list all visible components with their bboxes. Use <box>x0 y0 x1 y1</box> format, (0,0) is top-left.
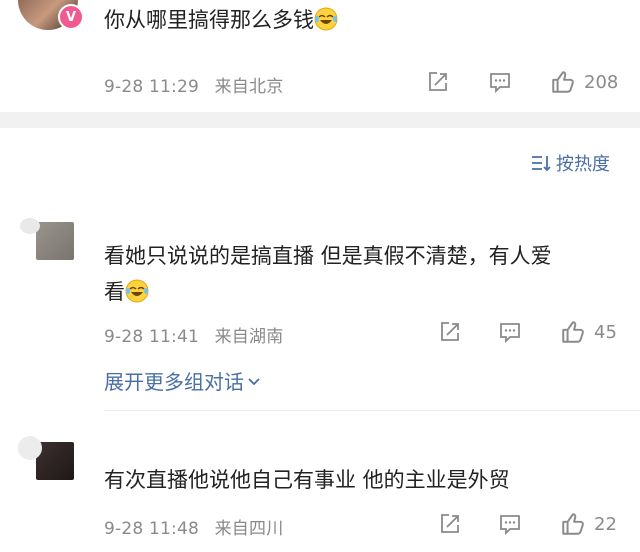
comment-text: 看她只说说的是搞直播 但是真假不清楚，有人爱 看 <box>104 244 552 304</box>
like-button[interactable]: 45 <box>560 319 617 345</box>
comment-icon <box>500 323 520 344</box>
share-button[interactable] <box>438 512 462 536</box>
share-icon <box>429 72 447 91</box>
comment-meta: 9-28 11:48 来自四川 <box>104 514 293 539</box>
chevron-down-icon <box>248 377 260 385</box>
comment-text: 你从哪里搞得那么多钱 <box>104 2 338 38</box>
comment-2: 看她只说说的是搞直播 但是真假不清楚，有人爱 看 9-28 11:41 来自湖南… <box>0 200 640 410</box>
comment-date: 9-28 11:48 <box>104 519 199 539</box>
comment-3: 有次直播他说他自己有事业 他的主业是外贸 9-28 11:48 来自四川 22 <box>0 412 640 552</box>
badge-label: V <box>65 9 77 25</box>
thumbs-up-icon <box>552 71 574 93</box>
comment-text: 有次直播他说他自己有事业 他的主业是外贸 <box>104 468 510 492</box>
sort-lines-icon <box>532 156 551 172</box>
comment-button[interactable] <box>498 320 522 344</box>
comment-location: 来自北京 <box>214 77 284 97</box>
expand-label: 展开更多组对话 <box>104 370 244 394</box>
comment-date: 9-28 11:41 <box>104 327 199 347</box>
avatar-shadow <box>20 218 40 234</box>
like-button[interactable]: 208 <box>550 69 618 95</box>
share-button[interactable] <box>438 320 462 344</box>
comment-date: 9-28 11:29 <box>104 77 199 97</box>
section-divider <box>0 112 640 128</box>
comment-icon <box>500 515 520 536</box>
comment-button[interactable] <box>498 512 522 536</box>
expand-replies-link[interactable]: 展开更多组对话 <box>104 366 262 395</box>
avatar[interactable] <box>36 222 74 260</box>
comment-meta: 9-28 11:41 来自湖南 <box>104 322 293 347</box>
sort-label: 按热度 <box>556 154 610 175</box>
share-icon <box>441 514 459 533</box>
comment-1: V 你从哪里搞得那么多钱 9-28 11:29 来自北京 208 <box>0 0 640 112</box>
comment-location: 来自四川 <box>214 519 284 539</box>
thumbs-up-icon <box>562 513 584 535</box>
like-count: 45 <box>594 321 617 343</box>
comment-location: 来自湖南 <box>214 327 284 347</box>
share-button[interactable] <box>426 70 450 94</box>
comment-separator <box>104 410 640 411</box>
laughing-crying-emoji <box>125 279 149 303</box>
like-count: 208 <box>584 71 619 93</box>
comment-icon <box>490 73 510 94</box>
comment-button[interactable] <box>488 70 512 94</box>
laughing-crying-emoji <box>314 7 338 31</box>
share-icon <box>441 322 459 341</box>
sort-button[interactable]: 按热度 <box>530 150 610 176</box>
like-count: 22 <box>594 513 617 535</box>
thumbs-up-icon <box>562 321 584 343</box>
comment-meta: 9-28 11:29 来自北京 <box>104 72 293 97</box>
verified-badge-icon: V <box>58 4 84 30</box>
avatar-shadow <box>18 436 42 460</box>
like-button[interactable]: 22 <box>560 511 617 537</box>
